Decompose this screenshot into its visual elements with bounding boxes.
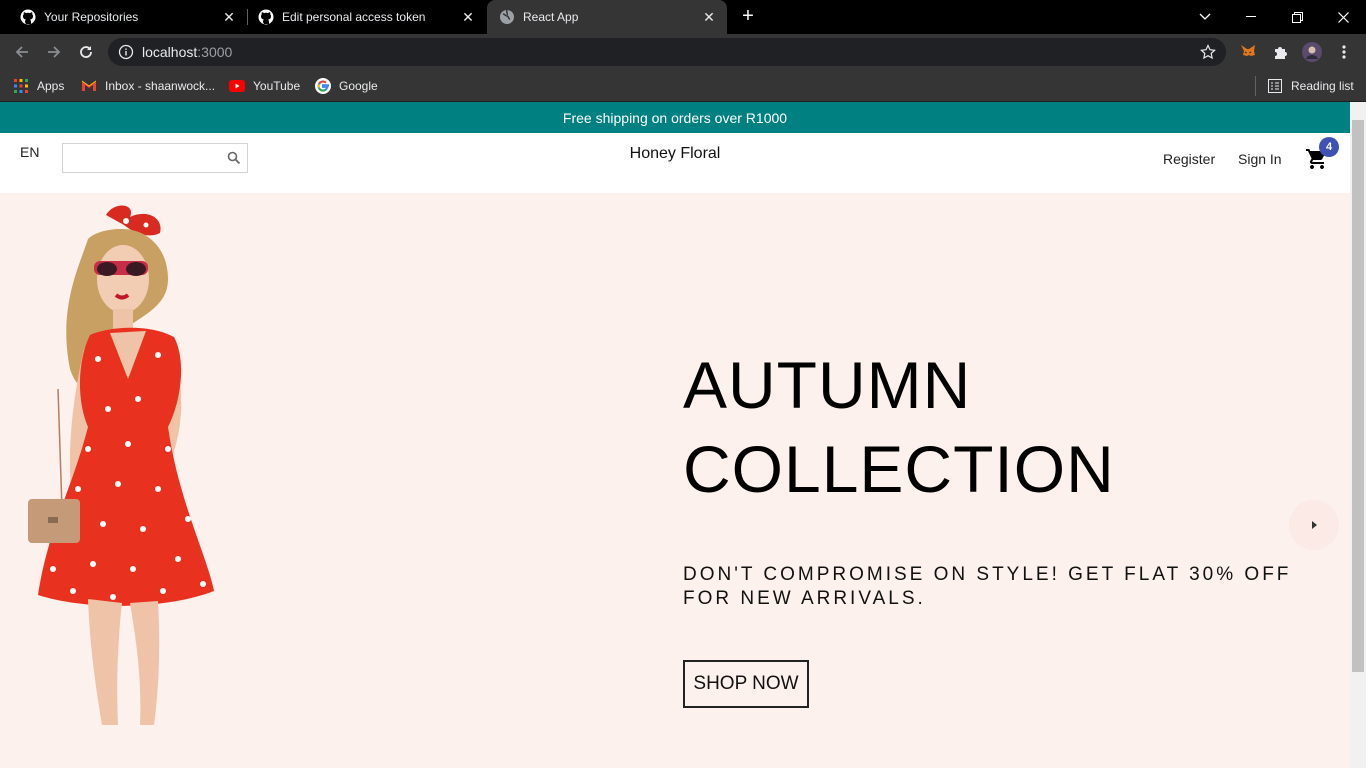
reading-list-button[interactable]: Reading list — [1267, 76, 1354, 96]
slider-next-button[interactable] — [1289, 500, 1339, 550]
model-image — [28, 205, 214, 725]
tab-title: Your Repositories — [44, 10, 139, 24]
globe-icon — [499, 9, 515, 25]
tab-edit-token[interactable]: Edit personal access token ✕ — [248, 0, 486, 34]
bookmark-inbox[interactable]: Inbox - shaanwock... — [81, 76, 215, 96]
bookmark-label: Google — [339, 79, 378, 93]
hero-slider: AUTUMN COLLECTION DON'T COMPROMISE ON ST… — [0, 193, 1350, 768]
scrollbar-thumb[interactable] — [1352, 120, 1364, 672]
close-window-button[interactable] — [1320, 0, 1366, 34]
github-icon — [20, 9, 36, 25]
youtube-icon — [229, 78, 245, 94]
close-icon[interactable]: ✕ — [701, 9, 717, 25]
bookmark-label: YouTube — [253, 79, 301, 93]
announcement-text: Free shipping on orders over R1000 — [562, 109, 788, 126]
apps-grid-icon — [13, 78, 29, 94]
address-bar[interactable]: localhost:3000 — [108, 38, 1226, 66]
github-icon — [258, 9, 274, 25]
bookmark-label: Apps — [37, 79, 65, 93]
browser-tab-bar: Your Repositories ✕ Edit personal access… — [0, 0, 1366, 34]
reading-list-label: Reading list — [1291, 79, 1354, 93]
extensions-puzzle-icon[interactable] — [1270, 42, 1290, 62]
back-button[interactable] — [10, 40, 34, 64]
new-tab-button[interactable]: + — [736, 5, 760, 29]
announcement-bar: Free shipping on orders over R1000 — [0, 102, 1350, 133]
sign-in-link[interactable]: Sign In — [1238, 151, 1282, 167]
google-icon — [315, 78, 331, 94]
bookmark-youtube[interactable]: YouTube — [229, 76, 300, 96]
profile-avatar[interactable] — [1302, 42, 1322, 62]
minimize-button[interactable] — [1228, 0, 1274, 34]
bookmark-star-icon[interactable] — [1200, 44, 1216, 60]
restore-button[interactable] — [1274, 0, 1320, 34]
register-link[interactable]: Register — [1163, 151, 1215, 167]
tab-your-repositories[interactable]: Your Repositories ✕ — [0, 0, 247, 34]
bookmark-apps[interactable]: Apps — [13, 76, 64, 96]
bookmarks-divider — [1255, 76, 1256, 96]
tab-react-app[interactable]: React App ✕ — [487, 0, 727, 34]
site-logo[interactable]: Honey Floral — [0, 145, 1350, 163]
tab-search-icon[interactable] — [1182, 0, 1228, 34]
chevron-right-icon — [1312, 521, 1317, 529]
shop-now-button[interactable]: SHOP NOW — [683, 660, 809, 708]
reload-button[interactable] — [74, 40, 98, 64]
url-port: :3000 — [197, 44, 233, 60]
site-navbar: EN Honey Floral Register Sign In 4 — [0, 133, 1350, 193]
bookmarks-bar: Apps Inbox - shaanwock... YouTube Google… — [0, 70, 1366, 102]
info-icon[interactable] — [118, 44, 134, 60]
page-scrollbar[interactable] — [1350, 102, 1366, 768]
metamask-icon[interactable] — [1238, 42, 1258, 62]
url-host: localhost — [142, 44, 198, 60]
reading-list-icon — [1267, 78, 1283, 94]
hero-title-line-2: COLLECTION — [683, 432, 1115, 506]
close-icon[interactable]: ✕ — [460, 9, 476, 25]
menu-kebab-icon[interactable] — [1334, 42, 1354, 62]
bookmark-label: Inbox - shaanwock... — [105, 79, 216, 93]
cart-count-badge: 4 — [1319, 137, 1339, 157]
hero-description: DON'T COMPROMISE ON STYLE! GET FLAT 30% … — [683, 564, 1292, 609]
hero-title: AUTUMN COLLECTION — [683, 343, 1115, 511]
tab-title: React App — [523, 10, 579, 24]
tab-title: Edit personal access token — [282, 10, 426, 24]
hero-title-line-1: AUTUMN — [683, 348, 972, 422]
web-page: Free shipping on orders over R1000 EN Ho… — [0, 102, 1350, 768]
url-text: localhost:3000 — [142, 44, 232, 60]
gmail-icon — [81, 78, 97, 94]
close-icon[interactable]: ✕ — [221, 9, 237, 25]
forward-button[interactable] — [42, 40, 66, 64]
bookmark-google[interactable]: Google — [315, 76, 378, 96]
browser-toolbar: localhost:3000 — [0, 34, 1366, 70]
